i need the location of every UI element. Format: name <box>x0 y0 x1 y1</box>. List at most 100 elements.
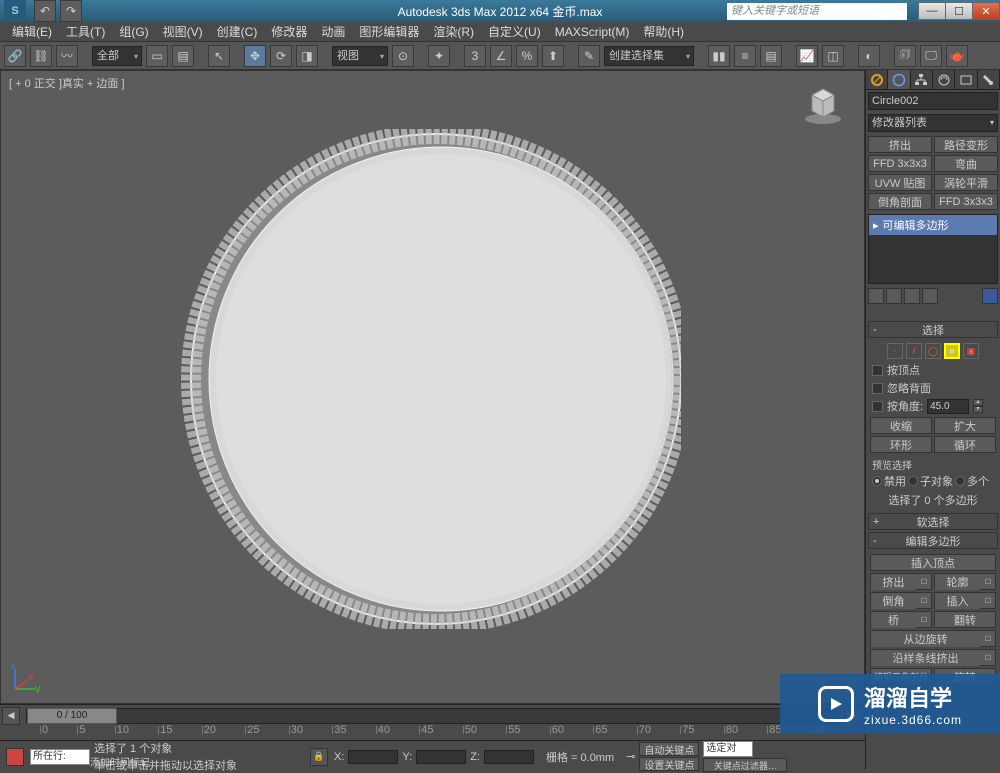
outline-button[interactable]: 轮廓☐ <box>934 573 996 590</box>
angle-snap-icon[interactable]: ∠ <box>490 45 512 67</box>
lock-selection-icon[interactable]: 🔒 <box>310 748 328 766</box>
qat-undo[interactable]: ↶ <box>34 0 56 22</box>
curve-editor-icon[interactable]: 📈 <box>796 45 818 67</box>
subobj-polygon-icon[interactable]: ■ <box>944 343 960 359</box>
x-field[interactable] <box>348 750 398 764</box>
loop-button[interactable]: 循环 <box>934 436 996 453</box>
subobj-edge-icon[interactable]: / <box>906 343 922 359</box>
configure-sets-icon[interactable] <box>982 288 998 304</box>
rollout-edit-poly-header[interactable]: -编辑多边形 <box>868 532 998 549</box>
render-icon[interactable]: 🫖 <box>946 45 968 67</box>
percent-snap-icon[interactable]: % <box>516 45 538 67</box>
menu-graph-editors[interactable]: 图形编辑器 <box>353 23 425 40</box>
timeslider-prev-icon[interactable]: ◀ <box>2 707 20 725</box>
time-tag-icon[interactable]: ⊸ <box>626 750 635 763</box>
named-sel-dropdown[interactable]: 创建选择集 <box>604 46 694 66</box>
selection-filter-dropdown[interactable]: 全部 <box>92 46 142 66</box>
add-time-tag[interactable]: 添加时间标记 <box>90 754 150 769</box>
viewport[interactable]: [ + 0 正交 ]真实 + 边面 ] z y x <box>0 70 865 704</box>
close-button[interactable]: ✕ <box>972 2 1000 20</box>
menu-customize[interactable]: 自定义(U) <box>482 23 547 40</box>
preview-none-radio[interactable] <box>872 476 882 486</box>
preview-subobj-radio[interactable] <box>908 476 918 486</box>
menu-group[interactable]: 组(G) <box>113 23 154 40</box>
angle-spinner[interactable]: 45.0 <box>927 399 969 414</box>
subobj-border-icon[interactable]: ◯ <box>925 343 941 359</box>
minimize-button[interactable]: — <box>918 2 946 20</box>
location-dropdown[interactable]: 所在行: <box>30 749 90 765</box>
render-setup-icon[interactable]: 🗊 <box>894 45 916 67</box>
key-filter-button[interactable]: 关键点过滤器… <box>703 758 787 772</box>
edit-named-sel-icon[interactable]: ✎ <box>578 45 600 67</box>
spinner-snap-icon[interactable]: ⬆ <box>542 45 564 67</box>
bind-space-warp-icon[interactable]: 〰 <box>56 45 78 67</box>
mod-turbosmooth-button[interactable]: 涡轮平滑 <box>934 174 998 191</box>
grow-button[interactable]: 扩大 <box>934 417 996 434</box>
time-slider-thumb[interactable]: 0 / 100 <box>27 708 117 724</box>
viewport-label[interactable]: [ + 0 正交 ]真实 + 边面 ] <box>9 75 125 91</box>
subobj-element-icon[interactable]: ▣ <box>963 343 979 359</box>
modifier-list-dropdown[interactable]: 修改器列表 <box>868 114 998 132</box>
tab-create[interactable] <box>866 70 888 89</box>
ring-button[interactable]: 环形 <box>870 436 932 453</box>
select-manipulate-icon[interactable]: ✦ <box>428 45 450 67</box>
bevel-button[interactable]: 倒角☐ <box>870 592 932 609</box>
ref-coord-dropdown[interactable]: 视图 <box>332 46 388 66</box>
flip-button[interactable]: 翻转 <box>934 611 996 628</box>
unlink-icon[interactable]: ⛓ <box>30 45 52 67</box>
menu-maxscript[interactable]: MAXScript(M) <box>549 25 636 39</box>
key-mode-dropdown[interactable]: 选定对 <box>703 741 753 757</box>
menu-rendering[interactable]: 渲染(R) <box>427 23 480 40</box>
pin-stack-icon[interactable] <box>868 288 884 304</box>
tab-motion[interactable] <box>933 70 955 89</box>
viewcube-icon[interactable] <box>802 83 844 125</box>
qat-redo[interactable]: ↷ <box>60 0 82 22</box>
align-icon[interactable]: ≡ <box>734 45 756 67</box>
select-by-name-icon[interactable]: ▤ <box>172 45 194 67</box>
ignore-back-checkbox[interactable] <box>872 383 883 394</box>
object-name-field[interactable]: Circle002 <box>868 92 998 110</box>
hinge-button[interactable]: 从边旋转☐ <box>870 630 996 647</box>
menu-edit[interactable]: 编辑(E) <box>6 23 58 40</box>
rotate-icon[interactable]: ⟳ <box>270 45 292 67</box>
make-unique-icon[interactable] <box>904 288 920 304</box>
insert-vertex-button[interactable]: 插入顶点 <box>870 554 996 571</box>
menu-view[interactable]: 视图(V) <box>157 23 209 40</box>
stack-item-editable-poly[interactable]: ▸ 可编辑多边形 <box>869 215 997 235</box>
select-object-icon[interactable]: ▭ <box>146 45 168 67</box>
mod-bend-button[interactable]: 弯曲 <box>934 155 998 172</box>
mod-uvw-button[interactable]: UVW 贴图 <box>868 174 932 191</box>
angle-spinner-arrows[interactable]: ▴▾ <box>973 399 983 413</box>
script-listener-icon[interactable] <box>6 748 24 766</box>
scale-icon[interactable]: ◨ <box>296 45 318 67</box>
subobj-vertex-icon[interactable]: ∙ <box>887 343 903 359</box>
show-end-result-icon[interactable] <box>886 288 902 304</box>
tab-display[interactable] <box>955 70 977 89</box>
y-field[interactable] <box>416 750 466 764</box>
select-cursor-icon[interactable]: ↖ <box>208 45 230 67</box>
preview-multi-radio[interactable] <box>955 476 965 486</box>
mod-extrude-button[interactable]: 挤出 <box>868 136 932 153</box>
menu-create[interactable]: 创建(C) <box>211 23 264 40</box>
schematic-view-icon[interactable]: ◫ <box>822 45 844 67</box>
auto-key-button[interactable]: 自动关键点 <box>639 742 699 756</box>
z-field[interactable] <box>484 750 534 764</box>
tab-modify[interactable] <box>888 70 910 89</box>
mod-ffd2-button[interactable]: FFD 3x3x3 <box>934 193 998 210</box>
by-angle-checkbox[interactable] <box>872 401 883 412</box>
mirror-icon[interactable]: ▮▮ <box>708 45 730 67</box>
move-icon[interactable]: ✥ <box>244 45 266 67</box>
extrude-spline-button[interactable]: 沿样条线挤出☐ <box>870 649 996 666</box>
mod-pathdeform-button[interactable]: 路径变形 <box>934 136 998 153</box>
time-slider[interactable]: 0 / 100 <box>26 708 839 724</box>
menu-tools[interactable]: 工具(T) <box>60 23 111 40</box>
by-vertex-checkbox[interactable] <box>872 365 883 376</box>
remove-modifier-icon[interactable] <box>922 288 938 304</box>
maximize-button[interactable]: ☐ <box>945 2 973 20</box>
menu-modifiers[interactable]: 修改器 <box>265 23 313 40</box>
rendered-frame-icon[interactable]: 🖵 <box>920 45 942 67</box>
material-editor-icon[interactable]: ◐ <box>858 45 880 67</box>
mod-ffd-button[interactable]: FFD 3x3x3 <box>868 155 932 172</box>
snap-toggle-icon[interactable]: 3 <box>464 45 486 67</box>
rollout-soft-selection-header[interactable]: +软选择 <box>868 513 998 530</box>
